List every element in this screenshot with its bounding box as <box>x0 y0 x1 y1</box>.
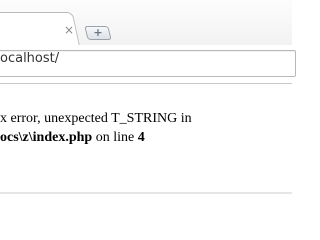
error-message-line-1: x error, unexpected T_STRING in <box>0 111 192 127</box>
tab-strip: × + <box>0 0 292 46</box>
browser-window: × + ocalhost/ x error, unexpected T_STRI… <box>0 0 296 200</box>
error-message-line-2: ocs\z\index.php on line 4 <box>0 130 145 146</box>
error-message-text: x error, unexpected T_STRING in <box>0 111 192 126</box>
bottom-divider <box>0 192 292 194</box>
address-bar-url[interactable]: ocalhost/ <box>0 51 59 67</box>
error-file-path: ocs\z\index.php <box>0 130 93 145</box>
plus-icon[interactable]: + <box>92 26 104 40</box>
page-content: x error, unexpected T_STRING in ocs\z\in… <box>0 84 292 200</box>
tab-close-icon[interactable]: × <box>64 24 74 36</box>
error-line-number: 4 <box>137 130 145 145</box>
toolbar: ocalhost/ <box>0 45 296 83</box>
error-line-label: on line <box>92 130 138 145</box>
